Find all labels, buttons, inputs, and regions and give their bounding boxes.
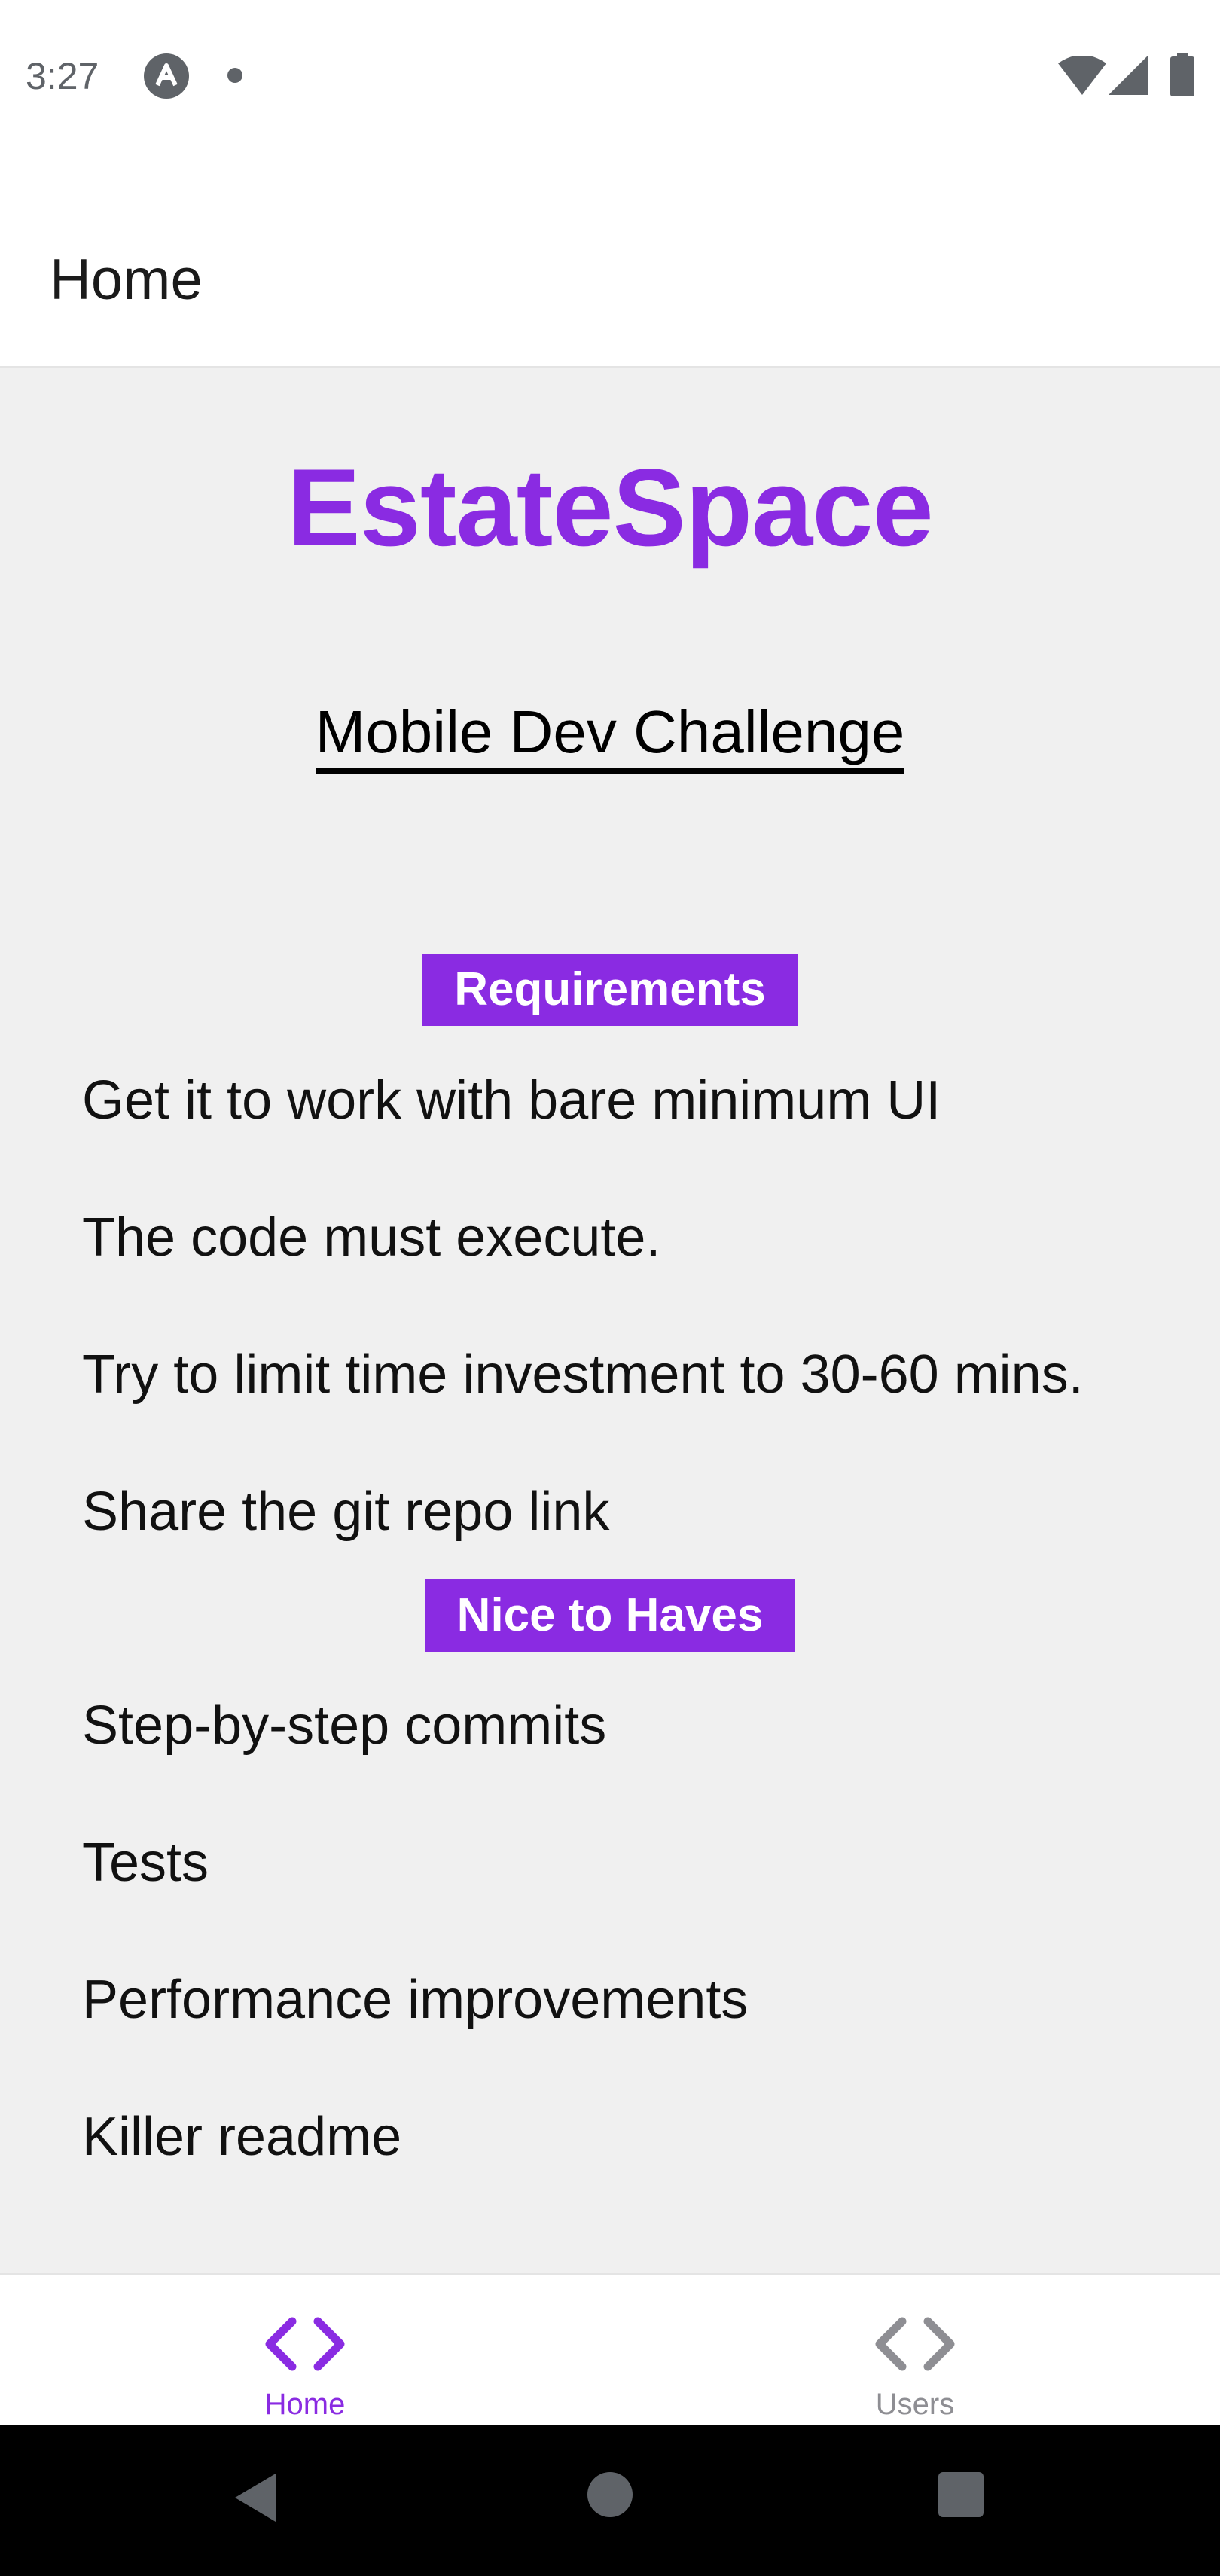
list-item: Killer readme <box>82 2107 402 2167</box>
section-badge: Nice to Haves <box>425 1579 795 1653</box>
list-item: The code must execute. <box>82 1207 661 1268</box>
wifi-icon <box>1058 56 1106 95</box>
list-item: Tests <box>82 1833 209 1893</box>
list-item: Share the git repo link <box>82 1482 610 1542</box>
code-brackets-icon <box>875 2317 955 2371</box>
status-bar: 3:27 <box>0 0 1220 151</box>
subtitle-container: Mobile Dev Challenge <box>0 700 1220 774</box>
tab-home[interactable]: Home <box>0 2275 610 2425</box>
tab-users[interactable]: Users <box>610 2275 1220 2425</box>
page-title: Home <box>50 248 203 312</box>
nice-to-haves-header: Nice to Haves <box>0 1579 1220 1653</box>
list-item: Step-by-step commits <box>82 1695 607 1756</box>
subtitle: Mobile Dev Challenge <box>315 700 905 774</box>
requirements-header: Requirements <box>0 954 1220 1027</box>
battery-icon <box>1170 53 1194 96</box>
status-time: 3:27 <box>26 55 99 97</box>
code-brackets-icon <box>265 2317 345 2371</box>
list-item: Performance improvements <box>82 1970 749 2030</box>
signal-icon <box>1109 56 1148 95</box>
list-item: Try to limit time investment to 30-60 mi… <box>82 1344 1084 1405</box>
back-icon[interactable] <box>230 2471 279 2525</box>
list-item: Get it to work with bare minimum UI <box>82 1070 941 1131</box>
bottom-tab-bar: Home Users <box>0 2273 1220 2425</box>
dot-icon <box>227 68 242 83</box>
tab-users-label: Users <box>875 2388 955 2421</box>
section-badge: Requirements <box>422 954 798 1027</box>
home-content[interactable]: EstateSpace Mobile Dev Challenge Require… <box>0 369 1220 2275</box>
system-nav-bar <box>0 2425 1220 2576</box>
home-circle-icon[interactable] <box>586 2471 634 2519</box>
brand-title: EstateSpace <box>287 446 933 569</box>
app-screen: 3:27 Home EstateSpace Mobile Dev Challen… <box>0 0 1220 2576</box>
app-notification-icon <box>144 53 189 99</box>
app-header: Home <box>0 151 1220 368</box>
recents-square-icon[interactable] <box>937 2471 985 2519</box>
tab-home-label: Home <box>264 2388 346 2421</box>
